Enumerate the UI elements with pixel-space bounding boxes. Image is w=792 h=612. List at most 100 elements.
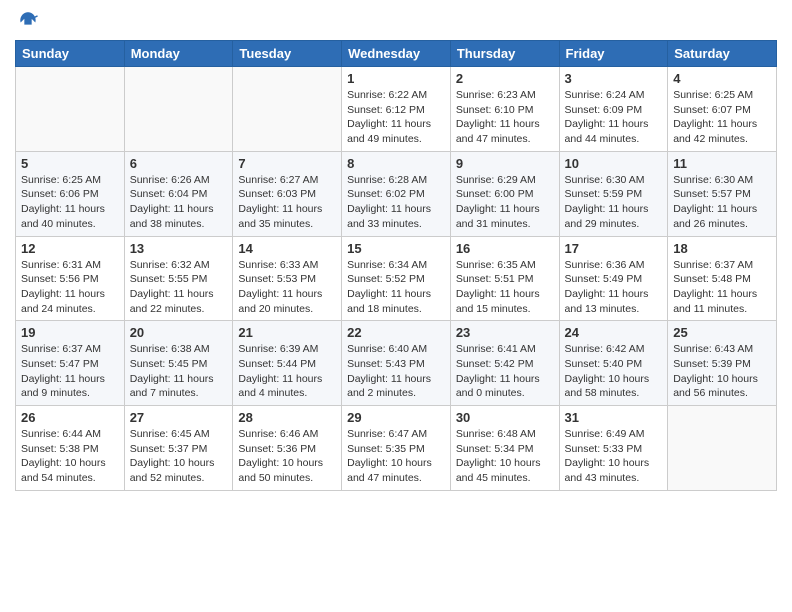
day-info: Sunrise: 6:49 AM Sunset: 5:33 PM Dayligh… (565, 427, 663, 486)
day-number: 10 (565, 156, 663, 171)
day-number: 7 (238, 156, 336, 171)
calendar-day-10: 10Sunrise: 6:30 AM Sunset: 5:59 PM Dayli… (559, 151, 668, 236)
calendar-day-5: 5 Sunrise: 6:25 AM Sunset: 6:06 PM Daylig… (16, 151, 125, 236)
calendar-day-9: 9Sunrise: 6:29 AM Sunset: 6:00 PM Daylig… (450, 151, 559, 236)
day-info: Sunrise: 6:45 AM Sunset: 5:37 PM Dayligh… (130, 427, 228, 486)
day-info: Sunrise: 6:39 AM Sunset: 5:44 PM Dayligh… (238, 342, 336, 401)
day-number: 24 (565, 325, 663, 340)
calendar-day-28: 28 Sunrise: 6:46 AM Sunset: 5:36 PM Dayli… (233, 406, 342, 491)
day-info: Sunrise: 6:41 AM Sunset: 5:42 PM Dayligh… (456, 342, 554, 401)
day-number: 28 (238, 410, 336, 425)
day-number: 19 (21, 325, 119, 340)
day-number: 16 (456, 241, 554, 256)
calendar-empty-cell (16, 67, 125, 152)
day-number: 18 (673, 241, 771, 256)
day-number: 20 (130, 325, 228, 340)
weekday-header-wednesday: Wednesday (342, 41, 451, 67)
calendar-day-23: 23Sunrise: 6:41 AM Sunset: 5:42 PM Dayli… (450, 321, 559, 406)
calendar-day-8: 8 Sunrise: 6:28 AM Sunset: 6:02 PM Daylig… (342, 151, 451, 236)
calendar-day-29: 29 Sunrise: 6:47 AM Sunset: 5:35 PM Dayli… (342, 406, 451, 491)
day-number: 17 (565, 241, 663, 256)
day-number: 1 (347, 71, 445, 86)
calendar-day-4: 4 Sunrise: 6:25 AM Sunset: 6:07 PM Daylig… (668, 67, 777, 152)
day-info: Sunrise: 6:36 AM Sunset: 5:49 PM Dayligh… (565, 258, 663, 317)
weekday-header-sunday: Sunday (16, 41, 125, 67)
day-number: 25 (673, 325, 771, 340)
calendar-table: SundayMondayTuesdayWednesdayThursdayFrid… (15, 40, 777, 491)
day-info: Sunrise: 6:48 AM Sunset: 5:34 PM Dayligh… (456, 427, 554, 486)
calendar-week-row: 1Sunrise: 6:22 AM Sunset: 6:12 PM Daylig… (16, 67, 777, 152)
calendar-day-22: 22Sunrise: 6:40 AM Sunset: 5:43 PM Dayli… (342, 321, 451, 406)
weekday-header-saturday: Saturday (668, 41, 777, 67)
day-info: Sunrise: 6:26 AM Sunset: 6:04 PM Dayligh… (130, 173, 228, 232)
day-info: Sunrise: 6:43 AM Sunset: 5:39 PM Dayligh… (673, 342, 771, 401)
weekday-header-thursday: Thursday (450, 41, 559, 67)
day-info: Sunrise: 6:47 AM Sunset: 5:35 PM Dayligh… (347, 427, 445, 486)
day-number: 31 (565, 410, 663, 425)
day-info: Sunrise: 6:28 AM Sunset: 6:02 PM Dayligh… (347, 173, 445, 232)
day-number: 3 (565, 71, 663, 86)
day-info: Sunrise: 6:46 AM Sunset: 5:36 PM Dayligh… (238, 427, 336, 486)
day-info: Sunrise: 6:27 AM Sunset: 6:03 PM Dayligh… (238, 173, 336, 232)
day-number: 9 (456, 156, 554, 171)
day-info: Sunrise: 6:30 AM Sunset: 5:57 PM Dayligh… (673, 173, 771, 232)
day-info: Sunrise: 6:25 AM Sunset: 6:07 PM Dayligh… (673, 88, 771, 147)
day-number: 21 (238, 325, 336, 340)
calendar-day-3: 3 Sunrise: 6:24 AM Sunset: 6:09 PM Daylig… (559, 67, 668, 152)
calendar-day-6: 6 Sunrise: 6:26 AM Sunset: 6:04 PM Daylig… (124, 151, 233, 236)
day-info: Sunrise: 6:38 AM Sunset: 5:45 PM Dayligh… (130, 342, 228, 401)
calendar-day-2: 2Sunrise: 6:23 AM Sunset: 6:10 PM Daylig… (450, 67, 559, 152)
day-info: Sunrise: 6:34 AM Sunset: 5:52 PM Dayligh… (347, 258, 445, 317)
calendar-day-13: 13 Sunrise: 6:32 AM Sunset: 5:55 PM Dayli… (124, 236, 233, 321)
page-header (15, 10, 777, 32)
calendar-day-16: 16 Sunrise: 6:35 AM Sunset: 5:51 PM Dayli… (450, 236, 559, 321)
calendar-day-26: 26Sunrise: 6:44 AM Sunset: 5:38 PM Dayli… (16, 406, 125, 491)
day-number: 6 (130, 156, 228, 171)
calendar-day-17: 17 Sunrise: 6:36 AM Sunset: 5:49 PM Dayli… (559, 236, 668, 321)
day-number: 27 (130, 410, 228, 425)
calendar-day-15: 15Sunrise: 6:34 AM Sunset: 5:52 PM Dayli… (342, 236, 451, 321)
calendar-day-18: 18 Sunrise: 6:37 AM Sunset: 5:48 PM Dayli… (668, 236, 777, 321)
calendar-day-24: 24 Sunrise: 6:42 AM Sunset: 5:40 PM Dayli… (559, 321, 668, 406)
weekday-header-monday: Monday (124, 41, 233, 67)
calendar-day-14: 14Sunrise: 6:33 AM Sunset: 5:53 PM Dayli… (233, 236, 342, 321)
day-info: Sunrise: 6:25 AM Sunset: 6:06 PM Dayligh… (21, 173, 119, 232)
weekday-header-tuesday: Tuesday (233, 41, 342, 67)
day-number: 29 (347, 410, 445, 425)
day-number: 11 (673, 156, 771, 171)
day-info: Sunrise: 6:44 AM Sunset: 5:38 PM Dayligh… (21, 427, 119, 486)
calendar-day-31: 31 Sunrise: 6:49 AM Sunset: 5:33 PM Dayli… (559, 406, 668, 491)
day-info: Sunrise: 6:37 AM Sunset: 5:48 PM Dayligh… (673, 258, 771, 317)
day-info: Sunrise: 6:23 AM Sunset: 6:10 PM Dayligh… (456, 88, 554, 147)
calendar-day-11: 11 Sunrise: 6:30 AM Sunset: 5:57 PM Dayli… (668, 151, 777, 236)
day-number: 13 (130, 241, 228, 256)
calendar-day-30: 30 Sunrise: 6:48 AM Sunset: 5:34 PM Dayli… (450, 406, 559, 491)
day-info: Sunrise: 6:35 AM Sunset: 5:51 PM Dayligh… (456, 258, 554, 317)
day-number: 4 (673, 71, 771, 86)
day-info: Sunrise: 6:37 AM Sunset: 5:47 PM Dayligh… (21, 342, 119, 401)
day-number: 22 (347, 325, 445, 340)
calendar-day-12: 12 Sunrise: 6:31 AM Sunset: 5:56 PM Dayli… (16, 236, 125, 321)
day-info: Sunrise: 6:42 AM Sunset: 5:40 PM Dayligh… (565, 342, 663, 401)
calendar-day-20: 20 Sunrise: 6:38 AM Sunset: 5:45 PM Dayli… (124, 321, 233, 406)
calendar-week-row: 19 Sunrise: 6:37 AM Sunset: 5:47 PM Dayli… (16, 321, 777, 406)
calendar-day-1: 1Sunrise: 6:22 AM Sunset: 6:12 PM Daylig… (342, 67, 451, 152)
calendar-day-7: 7 Sunrise: 6:27 AM Sunset: 6:03 PM Daylig… (233, 151, 342, 236)
day-info: Sunrise: 6:24 AM Sunset: 6:09 PM Dayligh… (565, 88, 663, 147)
day-number: 5 (21, 156, 119, 171)
day-info: Sunrise: 6:31 AM Sunset: 5:56 PM Dayligh… (21, 258, 119, 317)
calendar-empty-cell (233, 67, 342, 152)
day-number: 12 (21, 241, 119, 256)
calendar-week-row: 5 Sunrise: 6:25 AM Sunset: 6:06 PM Daylig… (16, 151, 777, 236)
day-number: 30 (456, 410, 554, 425)
logo (15, 10, 39, 32)
day-number: 8 (347, 156, 445, 171)
calendar-week-row: 12 Sunrise: 6:31 AM Sunset: 5:56 PM Dayli… (16, 236, 777, 321)
day-number: 14 (238, 241, 336, 256)
day-info: Sunrise: 6:32 AM Sunset: 5:55 PM Dayligh… (130, 258, 228, 317)
calendar-day-21: 21 Sunrise: 6:39 AM Sunset: 5:44 PM Dayli… (233, 321, 342, 406)
calendar-day-25: 25 Sunrise: 6:43 AM Sunset: 5:39 PM Dayli… (668, 321, 777, 406)
calendar-empty-cell (124, 67, 233, 152)
weekday-header-row: SundayMondayTuesdayWednesdayThursdayFrid… (16, 41, 777, 67)
page-container: SundayMondayTuesdayWednesdayThursdayFrid… (0, 0, 792, 496)
